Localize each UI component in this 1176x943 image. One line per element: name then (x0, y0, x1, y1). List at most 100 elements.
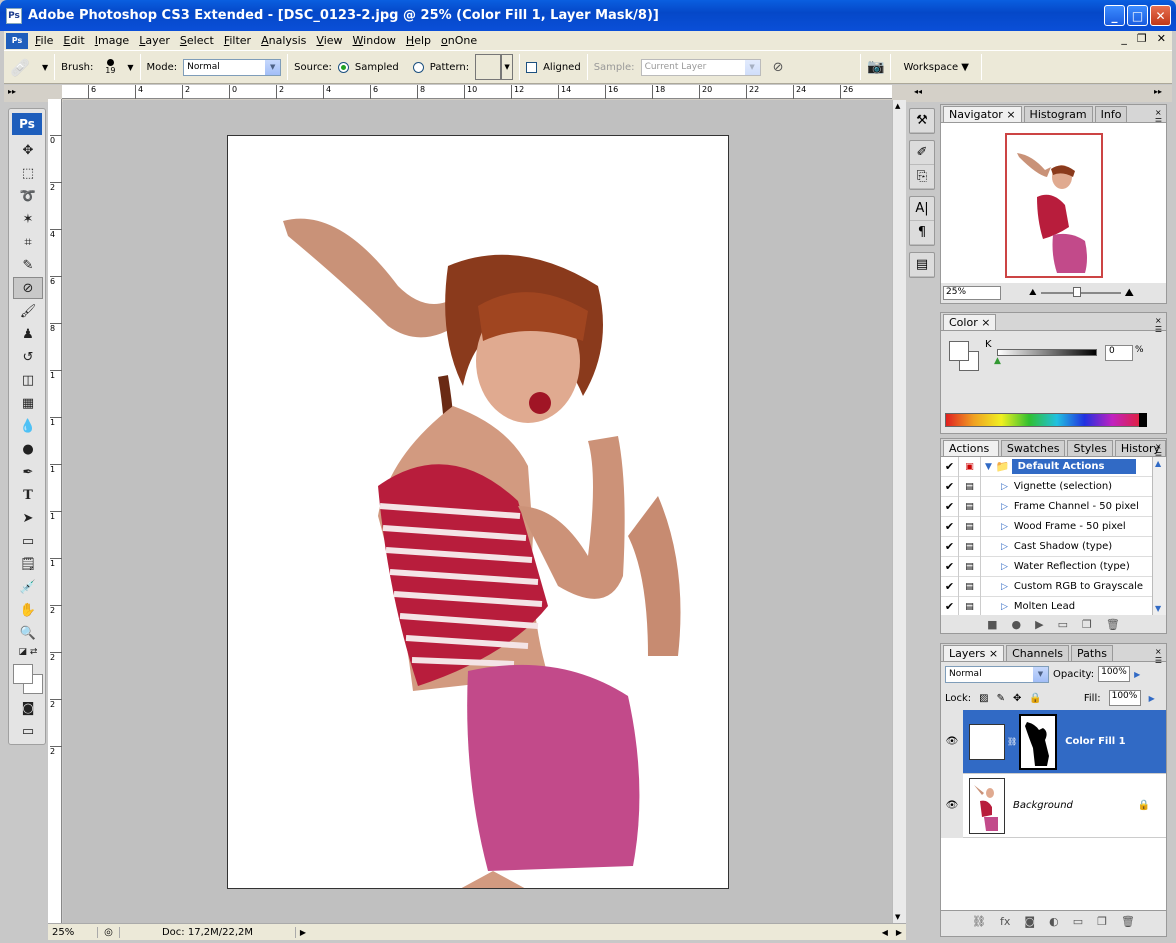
shape-tool-icon[interactable]: ▭ (13, 530, 43, 552)
tab-navigator[interactable]: Navigator × (943, 106, 1022, 122)
dialog-toggle-icon[interactable]: ▤ (959, 516, 981, 537)
zoom-readout[interactable]: 25% (48, 926, 98, 938)
hscroll-right-icon[interactable]: ▶ (892, 928, 906, 937)
expand-arrow-icon[interactable]: ▷ (981, 602, 1008, 612)
maximize-button[interactable]: □ (1127, 5, 1148, 26)
expand-dock-icon[interactable]: ◂◂ (914, 87, 922, 96)
record-icon[interactable]: ● (1012, 618, 1022, 631)
pattern-swatch[interactable] (475, 54, 502, 80)
play-icon[interactable]: ▶ (1035, 618, 1043, 631)
dialog-toggle-icon[interactable]: ▤ (959, 576, 981, 597)
hand-tool-icon[interactable]: ✋ (13, 599, 43, 621)
doc-minimize-button[interactable]: _ (1121, 32, 1127, 45)
dodge-tool-icon[interactable]: ● (13, 438, 43, 460)
action-row[interactable]: ✔ ▤ ▷ Custom RGB to Grayscale (941, 576, 1166, 597)
blend-mode-select[interactable]: Normal ▼ (945, 665, 1049, 683)
scroll-up-icon[interactable]: ▲ (1155, 459, 1161, 468)
new-action-icon[interactable]: ❐ (1082, 618, 1092, 631)
lock-position-icon[interactable]: ✥ (1013, 693, 1021, 704)
scroll-down-icon[interactable]: ▼ (895, 913, 900, 921)
eye-icon[interactable]: 👁 (941, 773, 963, 838)
check-icon[interactable]: ✔ (941, 596, 959, 615)
menu-filter[interactable]: Filter (219, 34, 256, 47)
menu-view[interactable]: View (311, 34, 347, 47)
color-swatches[interactable] (9, 660, 45, 696)
expand-arrow-icon[interactable]: ▷ (981, 582, 1008, 592)
menu-help[interactable]: Help (401, 34, 436, 47)
zoom-slider-handle[interactable] (1072, 287, 1081, 297)
tab-histogram[interactable]: Histogram (1023, 106, 1093, 122)
adjustment-layer-icon[interactable]: ◐ (1049, 915, 1059, 928)
stop-icon[interactable]: ■ (987, 618, 997, 631)
eraser-tool-icon[interactable]: ◫ (13, 369, 43, 391)
new-set-icon[interactable]: ▭ (1058, 618, 1068, 631)
swap-colors-icon[interactable]: ◪ ⇄ (13, 645, 43, 659)
color-spectrum-bar[interactable] (945, 413, 1141, 427)
notes-tool-icon[interactable]: 🗒 (13, 553, 43, 575)
bridge-icon[interactable]: 📷 (867, 59, 884, 75)
tab-channels[interactable]: Channels (1006, 645, 1070, 661)
ignore-adjustment-icon[interactable]: ⊘ (773, 60, 784, 75)
move-tool-icon[interactable]: ✥ (13, 139, 43, 161)
brush-arrow-icon[interactable]: ▼ (127, 63, 133, 72)
gradient-tool-icon[interactable]: ▦ (13, 392, 43, 414)
status-icon[interactable]: ◎ (98, 926, 120, 938)
blur-tool-icon[interactable]: 💧 (13, 415, 43, 437)
action-row[interactable]: ✔ ▤ ▷ Cast Shadow (type) (941, 536, 1166, 557)
fill-input[interactable]: 100% (1108, 690, 1141, 706)
action-row[interactable]: ✔ ▤ ▷ Molten Lead (941, 596, 1166, 615)
menu-analysis[interactable]: Analysis (256, 34, 311, 47)
healing-brush-tool-icon[interactable]: ⊘ (13, 277, 43, 299)
mode-select[interactable]: Normal ▼ (183, 58, 282, 76)
check-icon[interactable]: ✔ (941, 516, 959, 537)
pattern-arrow-icon[interactable]: ▼ (501, 54, 514, 80)
menu-layer[interactable]: Layer (134, 34, 175, 47)
aligned-checkbox[interactable] (526, 61, 538, 73)
dialog-toggle-icon[interactable]: ▣ (959, 457, 981, 477)
document-canvas[interactable] (227, 135, 729, 889)
hscroll-left-icon[interactable]: ◀ (878, 928, 892, 937)
check-icon[interactable]: ✔ (941, 476, 959, 497)
dialog-toggle-icon[interactable]: ▤ (959, 536, 981, 557)
check-icon[interactable]: ✔ (941, 536, 959, 557)
marquee-tool-icon[interactable]: ⬚ (13, 162, 43, 184)
healing-brush-preset-icon[interactable]: 🩹 (10, 58, 36, 77)
lock-image-icon[interactable]: ✎ (997, 693, 1005, 704)
menu-select[interactable]: Select (175, 34, 219, 47)
close-button[interactable]: ✕ (1150, 5, 1171, 26)
add-mask-icon[interactable]: ◙ (1024, 915, 1035, 928)
eye-icon[interactable]: 👁 (941, 709, 963, 774)
clone-stamp-tool-icon[interactable]: ♟ (13, 323, 43, 345)
k-slider[interactable]: ▲ (994, 349, 1097, 366)
expand-arrow-icon[interactable]: ▼ (981, 462, 992, 472)
paragraph-icon[interactable]: ¶ (910, 221, 934, 245)
expand-arrow-icon[interactable]: ▷ (981, 522, 1008, 532)
actions-scrollbar[interactable]: ▲ ▼ (1152, 457, 1166, 615)
lasso-tool-icon[interactable]: ➰ (13, 185, 43, 207)
sample-select[interactable]: Current Layer ▼ (640, 58, 761, 76)
check-icon[interactable]: ✔ (941, 496, 959, 517)
doc-close-button[interactable]: ✕ (1157, 32, 1166, 45)
pattern-radio[interactable] (412, 61, 424, 73)
status-menu-arrow-icon[interactable]: ▶ (296, 928, 310, 937)
tool-presets-icon[interactable]: ⚒ (910, 109, 934, 133)
close-icon[interactable]: × (1006, 108, 1015, 121)
menu-image[interactable]: Image (90, 34, 134, 47)
zoom-slider[interactable] (1040, 287, 1121, 297)
brushes-icon[interactable]: ✐ (910, 141, 934, 165)
brush-picker[interactable]: 19 (99, 59, 121, 75)
delete-layer-icon[interactable]: 🗑 (1121, 915, 1135, 928)
expand-arrow-icon[interactable]: ▷ (981, 542, 1008, 552)
workspace-button[interactable]: Workspace ▼ (897, 62, 975, 73)
lock-all-icon[interactable]: 🔒 (1029, 693, 1041, 704)
menu-window[interactable]: Window (348, 34, 401, 47)
tab-swatches[interactable]: Swatches (1000, 440, 1066, 456)
collapse-tools-icon[interactable]: ▸▸ (8, 87, 16, 96)
preset-arrow-icon[interactable]: ▼ (42, 63, 48, 72)
history-brush-tool-icon[interactable]: ↺ (13, 346, 43, 368)
layer-row[interactable]: 👁 Background 🔒 (941, 773, 1166, 838)
character-icon[interactable]: A| (910, 197, 934, 221)
new-group-icon[interactable]: ▭ (1073, 915, 1083, 928)
k-value-input[interactable]: 0 (1105, 345, 1133, 361)
ps-menu-icon[interactable]: Ps (6, 32, 28, 49)
